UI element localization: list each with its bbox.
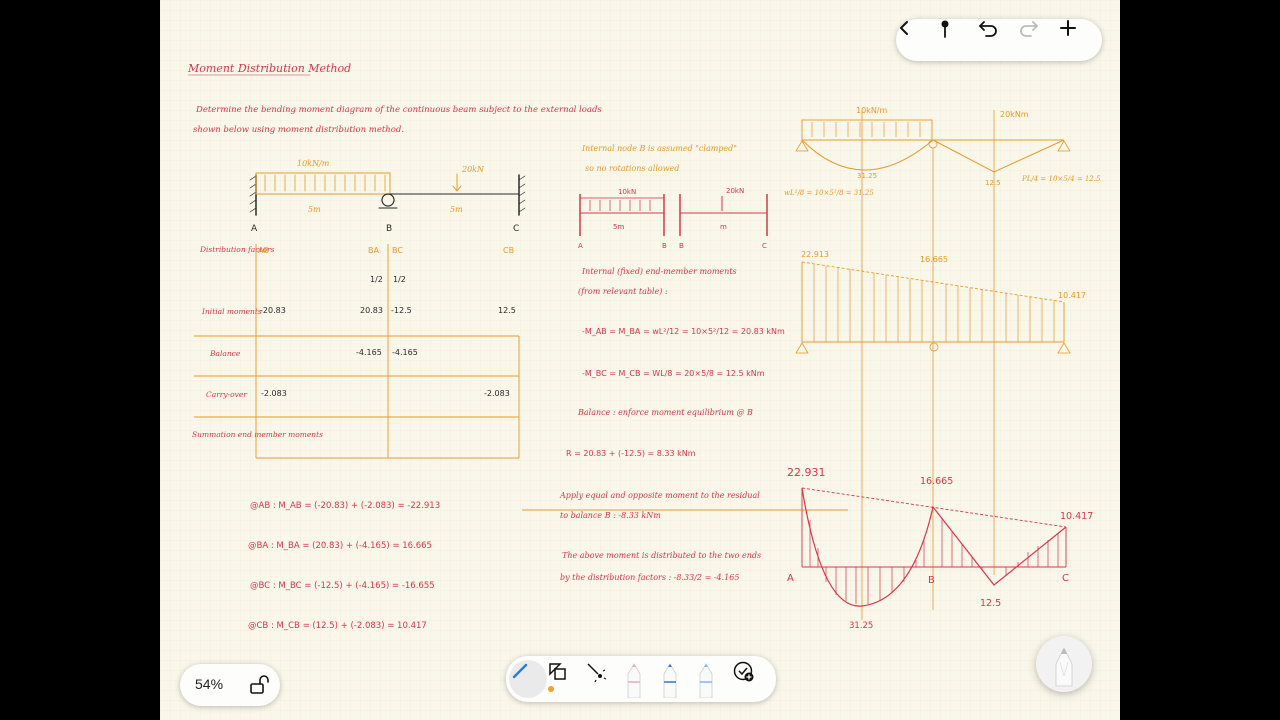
beam-node-c: C (513, 224, 519, 234)
pencil-blue-icon[interactable] (658, 660, 696, 698)
back-icon[interactable] (896, 19, 938, 61)
df-bc: 1/2 (393, 275, 406, 284)
note-title: Moment Distribution Method (187, 62, 351, 75)
clamped-line-2: so no rotations allowed (585, 164, 679, 173)
init-cb: 12.5 (498, 306, 516, 315)
unlock-icon[interactable] (248, 674, 270, 696)
beam-udl-label: 10kN/m (297, 159, 330, 168)
bmd-label-c: C (1062, 573, 1069, 584)
carry-cb: -2.083 (484, 389, 510, 398)
balance-note: Balance : enforce moment equilibrium @ B (577, 408, 753, 417)
col-bc: BC (392, 246, 403, 255)
bal-ba: -4.165 (356, 348, 382, 357)
row-head-initial: Initial moments (201, 307, 262, 316)
fem-bc: -M_BC = M_CB = WL/8 = 20×5/8 = 12.5 kNm (582, 369, 765, 378)
bmd-val-b: 16.665 (920, 476, 953, 487)
carry-ab: -2.083 (261, 389, 287, 398)
fem-heading-1: Internal (fixed) end-member moments (581, 267, 737, 276)
fem-ab: -M_AB = M_BA = wL²/12 = 10×5²/12 = 20.83… (582, 327, 785, 336)
bmd-val-span2: 12.5 (980, 598, 1001, 609)
note-canvas[interactable]: Moment Distribution Method Determine the… (160, 0, 1120, 720)
pencil-red-icon[interactable] (622, 660, 660, 698)
init-bc: -12.5 (391, 306, 412, 315)
free-formula-2: PL/4 = 10×5/4 = 12.5 (1021, 175, 1101, 183)
bmd-label-b: B (928, 575, 935, 586)
small-node-b2: B (679, 242, 684, 250)
free-val-1: 31.25 (857, 172, 877, 180)
problem-line-1: Determine the bending moment diagram of … (195, 105, 602, 115)
zoom-level[interactable]: 54% (195, 676, 223, 692)
small-node-a: A (578, 242, 583, 250)
col-ba: BA (368, 246, 379, 255)
small-span-1: 5m (613, 223, 624, 231)
fixed-val-b: 16.665 (920, 255, 948, 264)
col-ab: AB (258, 246, 269, 255)
right-udl: 10kN/m (856, 106, 887, 115)
pen-tool-icon[interactable] (509, 660, 547, 698)
small-udl: 10kN (618, 188, 636, 196)
beam-span-1: 5m (308, 205, 321, 214)
row-head-carry: Carry-over (206, 390, 247, 399)
bmd-val-span1: 31.25 (849, 621, 873, 631)
pin-icon[interactable] (936, 19, 978, 61)
small-span-2: m (720, 223, 727, 231)
apply-line-2: to balance B : -8.33 kNm (560, 511, 661, 520)
free-val-2: 12.5 (985, 179, 1001, 187)
small-node-b1: B (662, 242, 667, 250)
beam-node-a: A (251, 224, 258, 234)
free-formula-1: wL²/8 = 10×5²/8 = 31.25 (784, 189, 874, 197)
clamped-line-1: Internal node B is assumed "clamped" (581, 144, 737, 153)
bmd-val-a: 22.931 (787, 466, 826, 479)
col-cb: CB (503, 246, 514, 255)
beam-node-b: B (386, 224, 392, 234)
init-ab: -20.83 (260, 306, 286, 315)
undo-icon[interactable] (977, 19, 1019, 61)
pencil-lightblue-icon[interactable] (694, 660, 732, 698)
redo-icon[interactable] (1018, 19, 1060, 61)
sum-cb: @CB : M_CB = (12.5) + (-2.083) = 10.417 (248, 621, 427, 631)
fem-heading-2: (from relevant table) : (578, 287, 668, 296)
dist-line-2: by the distribution factors : -8.33/2 = … (560, 573, 739, 582)
sum-bc: @BC : M_BC = (-12.5) + (-4.165) = -16.65… (250, 581, 435, 591)
laser-pointer-icon[interactable] (584, 660, 622, 698)
add-icon[interactable] (1059, 19, 1101, 61)
shapes-tool-icon[interactable] (546, 660, 584, 698)
fixed-val-a: 22.913 (801, 250, 829, 259)
pencil-tip-icon (1055, 647, 1073, 687)
dist-line-1: The above moment is distributed to the t… (562, 551, 761, 560)
sum-ba: @BA : M_BA = (20.83) + (-4.165) = 16.665 (248, 541, 432, 551)
apply-line-1: Apply equal and opposite moment to the r… (559, 491, 760, 500)
add-tool-icon[interactable] (732, 660, 770, 698)
beam-point-label: 20kN (461, 165, 485, 174)
row-head-sum: Summation end member moments (192, 430, 323, 439)
bmd-val-c: 10.417 (1060, 511, 1093, 522)
row-head-balance: Balance (209, 349, 241, 358)
bal-bc: -4.165 (392, 348, 418, 357)
right-point: 20kNm (1000, 110, 1029, 119)
top-toolbar (896, 19, 1102, 61)
beam-span-2: 5m (450, 205, 463, 214)
residual-r: R = 20.83 + (-12.5) = 8.33 kNm (566, 449, 696, 458)
problem-line-2: shown below using moment distribution me… (193, 125, 404, 135)
fixed-val-c: 10.417 (1058, 291, 1086, 300)
zoom-control[interactable]: 54% (180, 664, 280, 706)
bmd-label-a: A (787, 573, 794, 584)
small-point: 20kN (726, 187, 744, 195)
df-ba: 1/2 (370, 275, 383, 284)
handwritten-notes: Moment Distribution Method Determine the… (160, 0, 1120, 720)
apple-pencil-button[interactable] (1036, 636, 1092, 692)
small-node-c: C (762, 242, 767, 250)
init-ba: 20.83 (360, 306, 383, 315)
tool-palette (506, 656, 776, 702)
sum-ab: @AB : M_AB = (-20.83) + (-2.083) = -22.9… (250, 501, 440, 511)
